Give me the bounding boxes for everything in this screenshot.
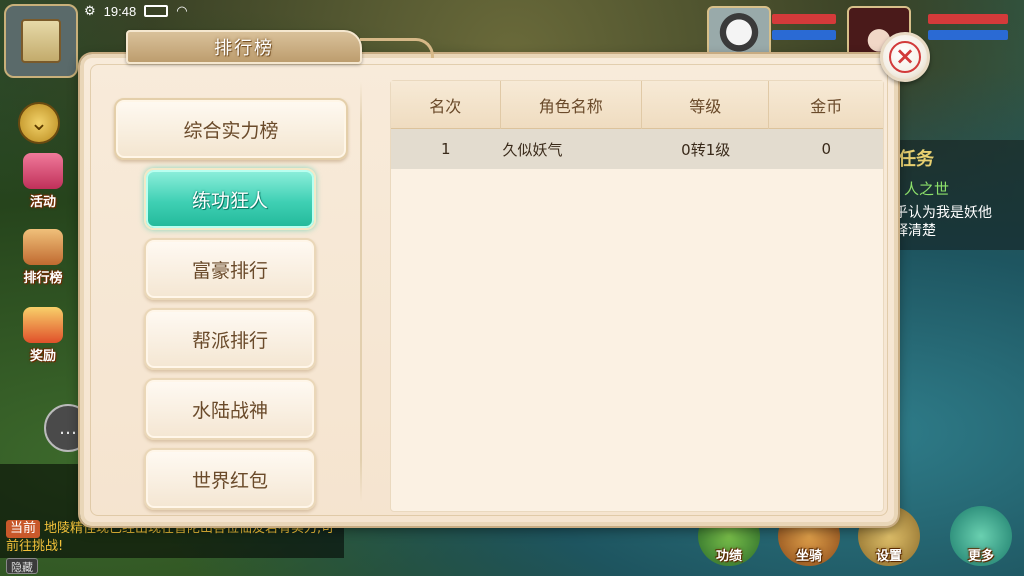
settings-label: 设置 (875, 549, 902, 564)
tab-label: 帮派排行 (191, 329, 268, 352)
tab-label: 富豪排行 (191, 259, 268, 282)
close-button[interactable]: × (880, 32, 930, 82)
cell-level: 0转1级 (681, 140, 731, 159)
ranking-dialog: 综合实力榜 练功狂人 富豪排行 帮派排行 水陆战神 世界红包 名次 角色名称 等… (80, 54, 898, 526)
merit-label: 功绩 (715, 549, 742, 564)
task-title: 任务 (898, 149, 934, 170)
column-header-level: 等级 (642, 81, 770, 129)
close-icon: × (889, 41, 921, 73)
collapse-menu-button[interactable]: ⌄ (18, 102, 60, 144)
task-subtitle: 人之世 (904, 180, 950, 198)
tab-practice-maniac[interactable]: 练功狂人 (144, 168, 316, 230)
status-bar: ⚙ 19:48 ◠ (84, 0, 188, 22)
cell-gold: 0 (821, 140, 831, 158)
cell-rank: 1 (441, 140, 451, 158)
task-description: 以乎认为我是妖他解释清楚 (880, 205, 992, 239)
tab-guild-ranking[interactable]: 帮派排行 (144, 308, 316, 370)
table-row[interactable]: 1 久似妖气 0转1级 0 (391, 129, 883, 169)
panel-divider (360, 82, 362, 502)
table-header: 名次 角色名称 等级 金币 (391, 81, 883, 129)
activity-button[interactable]: 活动 (10, 150, 76, 210)
dialog-title-ribbon: 排行榜 (126, 30, 362, 64)
tab-label: 练功狂人 (191, 189, 268, 212)
battery-icon (144, 5, 169, 17)
chat-bubble-icon: … (59, 417, 77, 439)
status-time: 19:48 (103, 3, 137, 19)
activity-label: 活动 (29, 195, 56, 210)
chat-hide-button[interactable]: 隐藏 (6, 558, 38, 574)
dialog-title: 排行榜 (214, 38, 274, 59)
map-button[interactable] (4, 4, 78, 78)
player-hp-bar (928, 14, 1008, 24)
pet-hp-bar (772, 14, 836, 24)
ribbon-ornament (360, 38, 434, 58)
tab-wealth-ranking[interactable]: 富豪排行 (144, 238, 316, 300)
map-icon (21, 19, 61, 63)
ranking-label: 排行榜 (23, 271, 63, 286)
tab-water-land-god[interactable]: 水陆战神 (144, 378, 316, 440)
column-header-gold: 金币 (810, 97, 843, 116)
reward-button[interactable]: 奖励 (10, 304, 76, 364)
wifi-icon: ◠ (176, 3, 188, 18)
cell-name: 久似妖气 (502, 140, 563, 159)
mount-label: 坐骑 (795, 549, 822, 564)
tab-label: 世界红包 (191, 469, 268, 492)
ranking-button[interactable]: 排行榜 (10, 226, 76, 286)
column-header-name: 角色名称 (501, 81, 642, 129)
reward-label: 奖励 (29, 349, 56, 364)
category-label: 综合实力榜 (183, 119, 279, 142)
ranking-table: 名次 角色名称 等级 金币 1 久似妖气 0转1级 0 (390, 80, 884, 512)
category-overall-power[interactable]: 综合实力榜 (114, 98, 348, 160)
tab-label: 水陆战神 (191, 399, 268, 422)
player-mp-bar (928, 30, 1008, 40)
more-label: 更多 (967, 549, 994, 564)
tab-world-red-packet[interactable]: 世界红包 (144, 448, 316, 510)
activity-icon (23, 153, 63, 189)
pet-mp-bar (772, 30, 836, 40)
gift-icon (23, 307, 63, 343)
more-button[interactable]: 更多 (950, 506, 1012, 566)
ranking-icon (23, 229, 63, 265)
chevron-down-icon: ⌄ (29, 110, 49, 136)
settings-gear-icon: ⚙ (84, 3, 96, 18)
column-header-rank: 名次 (391, 81, 501, 129)
chat-channel-tag: 当前 (6, 520, 41, 538)
